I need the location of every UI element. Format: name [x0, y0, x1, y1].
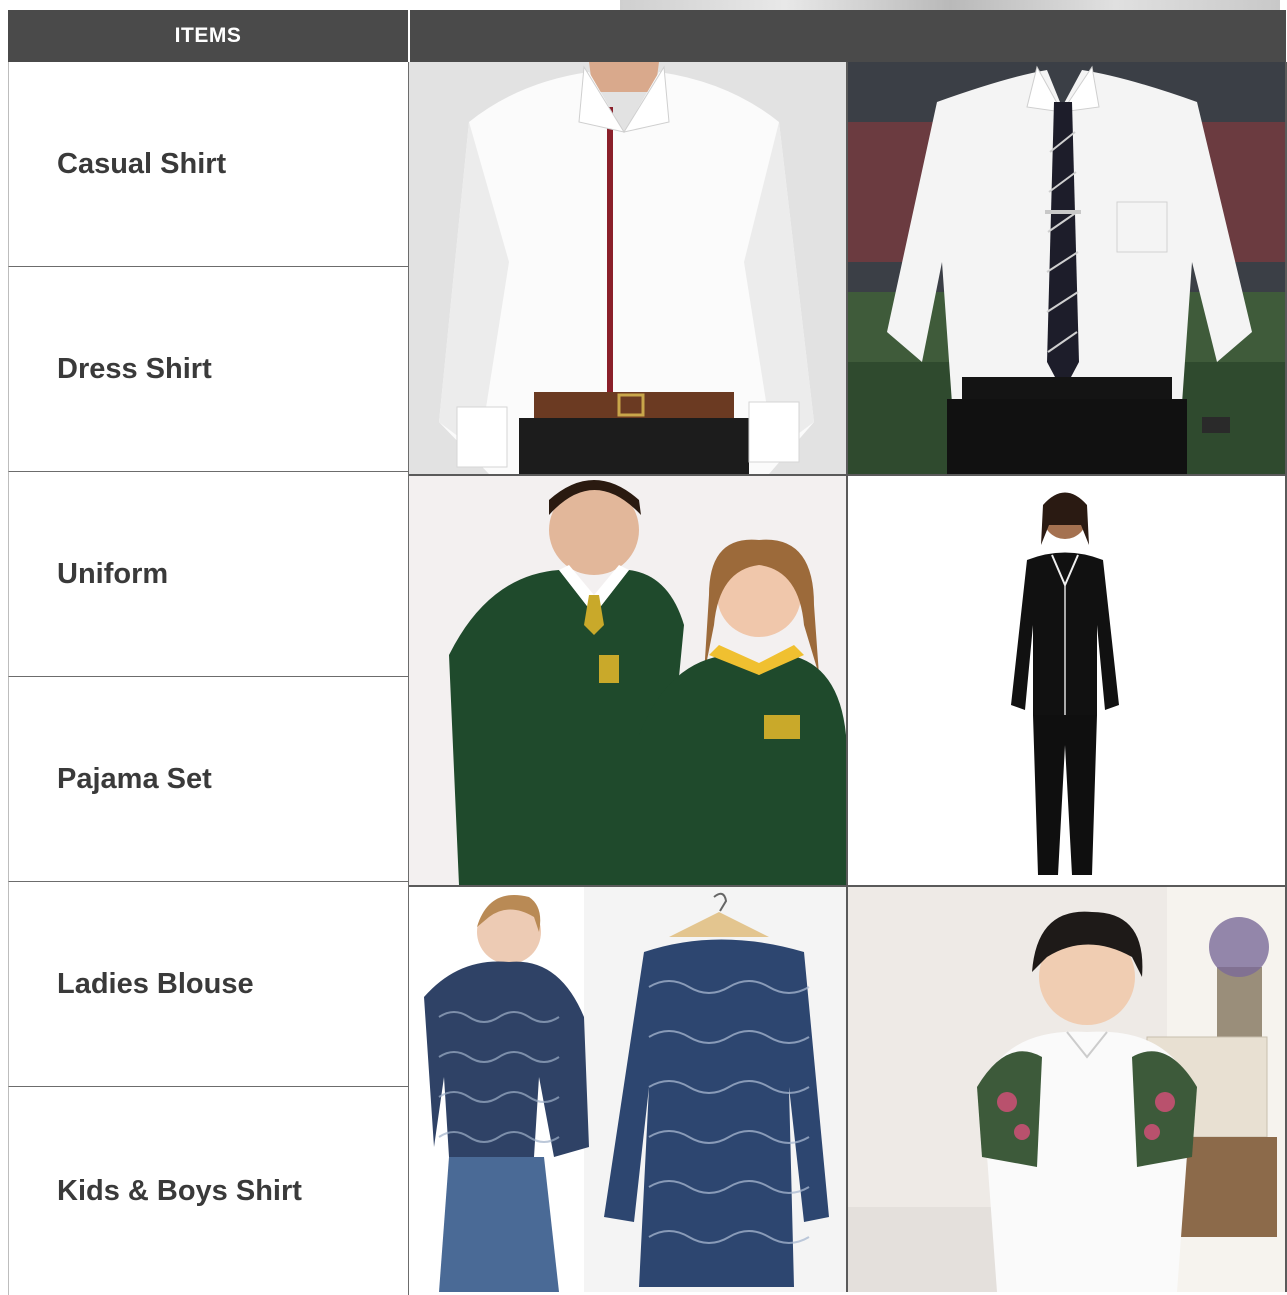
- item-row-uniform: Uniform: [8, 472, 409, 677]
- pajama-set-photo: [847, 475, 1286, 885]
- item-row-ladies-blouse: Ladies Blouse: [8, 882, 409, 1087]
- item-row-casual-shirt: Casual Shirt: [8, 62, 409, 267]
- grid-divider-row-2: [409, 885, 1287, 887]
- item-row-dress-shirt: Dress Shirt: [8, 267, 409, 472]
- top-banner-strip: [620, 0, 1280, 10]
- items-column-header: ITEMS: [8, 10, 410, 62]
- grid-divider-row-1: [409, 474, 1287, 476]
- casual-shirt-photo: [409, 62, 846, 474]
- grid-divider-vertical: [846, 62, 848, 1292]
- uniform-photo: [409, 475, 846, 885]
- ladies-blouse-photo: [409, 887, 846, 1292]
- item-row-kids-boys-shirt: Kids & Boys Shirt: [8, 1087, 409, 1295]
- images-column-header: [410, 10, 1286, 62]
- grid-divider-right: [1285, 62, 1287, 1292]
- kids-boys-shirt-photo: [847, 887, 1286, 1292]
- dress-shirt-photo: [847, 62, 1286, 474]
- items-column: Casual Shirt Dress Shirt Uniform Pajama …: [8, 62, 409, 1295]
- table-header: ITEMS: [8, 10, 1286, 62]
- item-row-pajama-set: Pajama Set: [8, 677, 409, 882]
